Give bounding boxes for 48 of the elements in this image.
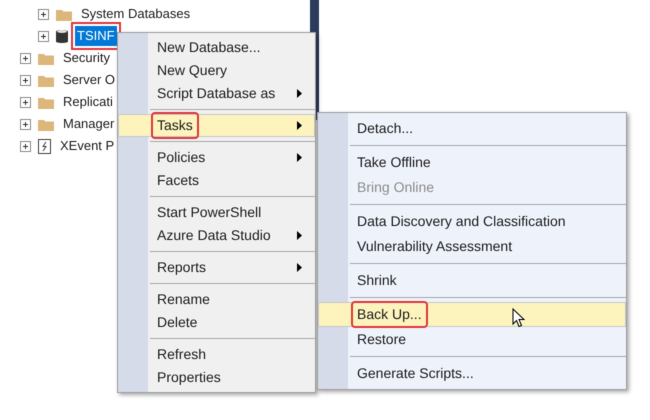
menu-item[interactable]: Restore [318, 327, 626, 352]
folder-icon [38, 118, 54, 130]
menu-item[interactable]: Script Database as [118, 82, 315, 105]
menu-item[interactable]: Delete [118, 311, 315, 334]
submenu-arrow-icon [297, 153, 302, 162]
tree-node-label[interactable]: XEvent P [58, 136, 116, 156]
folder-icon [38, 74, 54, 86]
expand-icon[interactable] [20, 140, 31, 152]
database-icon [56, 28, 68, 44]
tree-node-label[interactable]: Server O [61, 70, 118, 90]
expand-icon[interactable] [20, 52, 31, 64]
folder-icon [38, 52, 54, 64]
expand-icon[interactable] [38, 30, 49, 42]
menu-item[interactable]: New Query [118, 59, 315, 82]
menu-item[interactable]: Reports [118, 256, 315, 279]
submenu-arrow-icon [297, 121, 302, 130]
menu-item[interactable]: Start PowerShell [118, 201, 315, 224]
menu-item[interactable]: Data Discovery and Classification [318, 209, 626, 234]
folder-icon [38, 96, 54, 108]
menu-item[interactable]: Rename [118, 288, 315, 311]
tree-node-label[interactable]: Manager [61, 114, 116, 134]
expand-icon[interactable] [20, 118, 31, 130]
document-icon [38, 138, 51, 154]
tree-node-label[interactable]: Security [61, 48, 112, 68]
menu-item[interactable]: Refresh [118, 343, 315, 366]
menu-item[interactable]: New Database... [118, 36, 315, 59]
menu-item[interactable]: Shrink [318, 268, 626, 293]
menu-item[interactable]: Take Offline [318, 150, 626, 175]
menu-item[interactable]: Vulnerability Assessment [318, 234, 626, 259]
menu-item[interactable]: Facets [118, 169, 315, 192]
submenu-arrow-icon [297, 89, 302, 98]
mouse-cursor-icon [512, 308, 525, 328]
folder-icon [56, 8, 72, 20]
tree-node-label[interactable]: System Databases [79, 4, 192, 24]
expand-icon[interactable] [38, 8, 49, 20]
menu-item[interactable]: Detach... [318, 116, 626, 141]
expand-icon[interactable] [20, 96, 31, 108]
tree-node-label[interactable]: TSINF [75, 26, 117, 46]
tree-node-label[interactable]: Replicati [61, 92, 115, 112]
menu-item[interactable]: Properties [118, 366, 315, 389]
expand-icon[interactable] [20, 74, 31, 86]
submenu-arrow-icon [297, 263, 302, 272]
menu-item[interactable]: Policies [118, 146, 315, 169]
menu-item[interactable]: Tasks [118, 114, 315, 137]
menu-item[interactable]: Back Up... [318, 302, 626, 327]
menu-item[interactable]: Generate Scripts... [318, 361, 626, 386]
menu-item[interactable]: Azure Data Studio [118, 224, 315, 247]
submenu-arrow-icon [297, 231, 302, 240]
